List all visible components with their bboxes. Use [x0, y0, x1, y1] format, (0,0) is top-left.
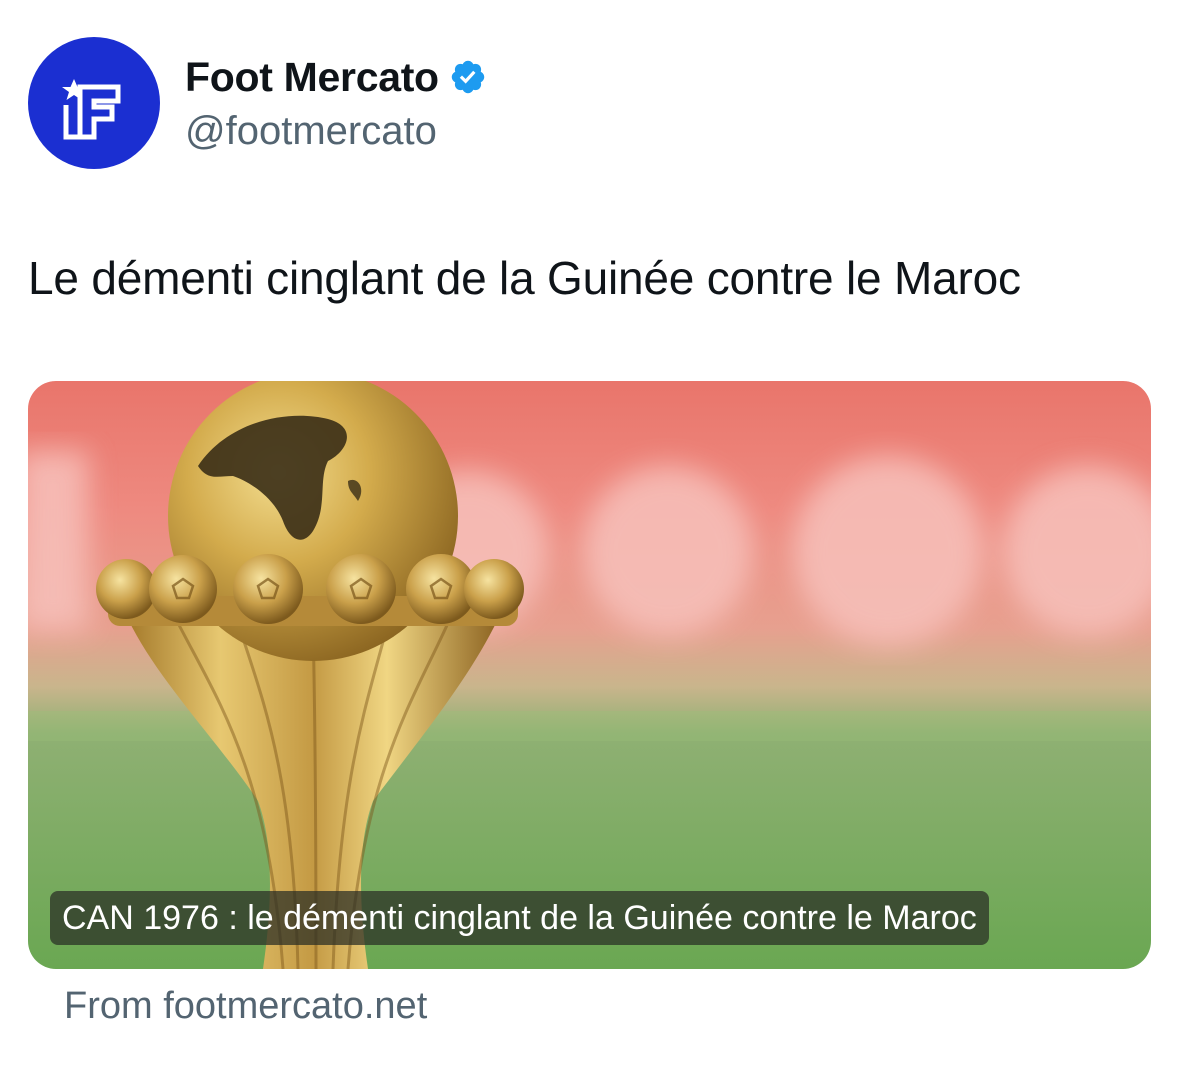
card-image — [28, 381, 1151, 969]
trophy-image-icon — [28, 381, 1151, 969]
verified-badge-icon — [451, 60, 485, 94]
author-handle[interactable]: @footmercato — [185, 106, 437, 156]
foot-mercato-logo-icon — [62, 79, 121, 140]
tweet-text: Le démenti cinglant de la Guinée contre … — [28, 252, 1021, 304]
display-name[interactable]: Foot Mercato — [185, 52, 439, 102]
card-source-link[interactable]: From footmercato.net — [64, 982, 427, 1030]
card-caption: CAN 1976 : le démenti cinglant de la Gui… — [50, 891, 989, 945]
avatar[interactable] — [28, 37, 160, 169]
link-card[interactable]: CAN 1976 : le démenti cinglant de la Gui… — [28, 381, 1151, 969]
